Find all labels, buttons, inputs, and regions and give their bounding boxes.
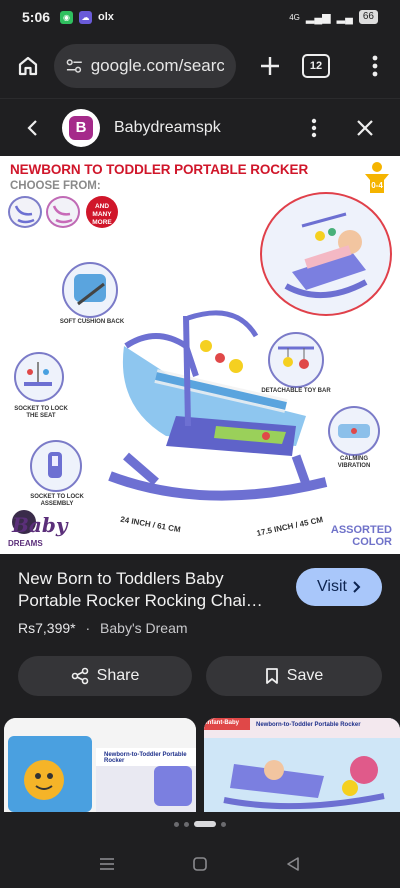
network-label: 4G [289,12,300,22]
callout-vibration-line-2: VIBRATION [337,463,371,469]
related-2-box-label: Newborn-to-Toddler Portable Rocker [256,722,361,728]
pager-dot[interactable] [174,821,179,827]
system-nav-bar [0,840,400,888]
status-indicators: 4G ▂▄▆ ▂▄ 66 [289,10,378,24]
back-button[interactable] [20,113,44,143]
rocker-illustration [108,310,328,501]
product-seller: Baby's Dream [100,620,188,636]
pager-dot[interactable] [184,821,189,827]
many-more-line-2: MANY [92,211,112,218]
callout-socket-seat-line-1: SOCKET TO LOCK [14,406,68,412]
share-label: Share [96,667,140,684]
plus-icon [261,57,279,75]
chevron-left-icon [27,119,37,136]
baby-inset-photo [260,192,392,316]
browser-toolbar: google.com/search 12 [0,34,400,98]
viewer-more-button[interactable] [302,113,326,143]
related-1-box-label: Newborn-to-Toddler Portable Rocker [104,752,187,764]
product-price: Rs7,399* [18,620,76,636]
socket-assembly-inset [30,440,82,492]
system-back-button[interactable] [278,849,308,879]
age-badge-text: 0-4 [371,181,383,190]
recents-button[interactable] [92,849,122,879]
app-notification-icon: ◉ [60,10,74,24]
color-option-pink [46,196,80,228]
url-text: google.com/search [90,56,224,75]
callout-socket-seat-line-2: THE SEAT [26,413,56,419]
brand-logo-baby: Baby [11,513,69,537]
pager-dot-active[interactable] [194,821,216,827]
chevron-right-icon [353,581,361,593]
related-image-2 [204,718,400,812]
cloud-notification-icon: ☁ [79,10,93,24]
many-more-line-3: MORE [92,219,112,226]
product-info-panel: New Born to Toddlers Baby Portable Rocke… [0,554,400,718]
many-more-line-1: AND [94,203,110,210]
signal-icon: ▂▄▆ [305,11,331,24]
price-separator: · [85,620,91,636]
image-title: NEWBORN TO TODDLER PORTABLE ROCKER [10,162,309,177]
browser-menu-button[interactable] [360,48,390,84]
many-more-badge: AND MANY MORE [86,196,118,228]
assorted-line-2: COLOR [352,536,392,548]
pager-dot[interactable] [221,821,226,827]
bookmark-icon [265,668,278,684]
close-icon [357,119,373,136]
more-vert-icon [372,55,378,77]
home-icon [18,56,38,76]
baby-dreams-logo: Baby DREAMS [8,510,69,548]
square-home-icon [193,857,207,871]
save-label: Save [286,667,324,684]
product-title[interactable]: New Born to Toddlers Baby Portable Rocke… [18,568,280,612]
callout-socket-seat: SOCKET TO LOCK THE SEAT [6,406,76,420]
image-choose-from: CHOOSE FROM: [10,180,101,192]
visit-label: Visit [317,578,347,595]
socket-seat-inset [14,352,64,402]
wifi-signal-icon: ▂▄ [336,11,353,24]
share-button[interactable]: Share [18,656,192,696]
assorted-color-label: ASSORTED COLOR [331,524,392,548]
related-image-card[interactable]: Infant-Baby Newborn-to-Toddler Portable … [204,718,400,812]
related-images: Newborn-to-Toddler Portable Rocker Infan… [0,718,400,814]
age-badge-icon: 0-4 [365,162,389,193]
triangle-back-icon [287,857,300,871]
status-bar: 5:06 ◉ ☁ olx 4G ▂▄▆ ▂▄ 66 [0,0,400,34]
product-image[interactable]: NEWBORN TO TODDLER PORTABLE ROCKER CHOOS… [0,156,400,554]
recents-icon [99,858,114,870]
close-button[interactable] [350,113,380,143]
related-image-card[interactable]: Newborn-to-Toddler Portable Rocker [4,718,196,812]
assorted-line-1: ASSORTED [330,524,392,536]
site-name[interactable]: Babydreamspk [114,119,221,137]
color-option-blue [8,196,42,228]
image-viewer-header: B Babydreamspk [0,98,400,156]
share-icon [71,667,88,685]
visit-button[interactable]: Visit [296,568,382,606]
price-row: Rs7,399* · Baby's Dream [18,620,188,636]
status-time: 5:06 [22,9,51,25]
site-logo: B [62,108,100,147]
related-image-1 [4,718,196,812]
callout-vibration-line-1: CALMING [340,456,368,462]
site-logo-letter: B [69,115,93,140]
callout-socket-assembly-line-1: SOCKET TO LOCK [30,494,84,500]
site-settings-icon [66,59,82,73]
brand-logo-dreams: DREAMS [8,539,43,548]
image-pager [0,818,400,830]
battery-icon: 66 [358,10,378,24]
tab-switcher-button[interactable]: 12 [302,54,330,78]
save-button[interactable]: Save [206,656,382,696]
olx-notification-icon: olx [98,11,114,23]
url-bar[interactable]: google.com/search [54,44,236,88]
related-2-brand: Infant-Baby [206,720,239,726]
system-home-button[interactable] [185,849,215,879]
more-vert-icon [311,118,317,137]
home-button[interactable] [10,48,46,84]
new-tab-button[interactable] [252,48,288,84]
